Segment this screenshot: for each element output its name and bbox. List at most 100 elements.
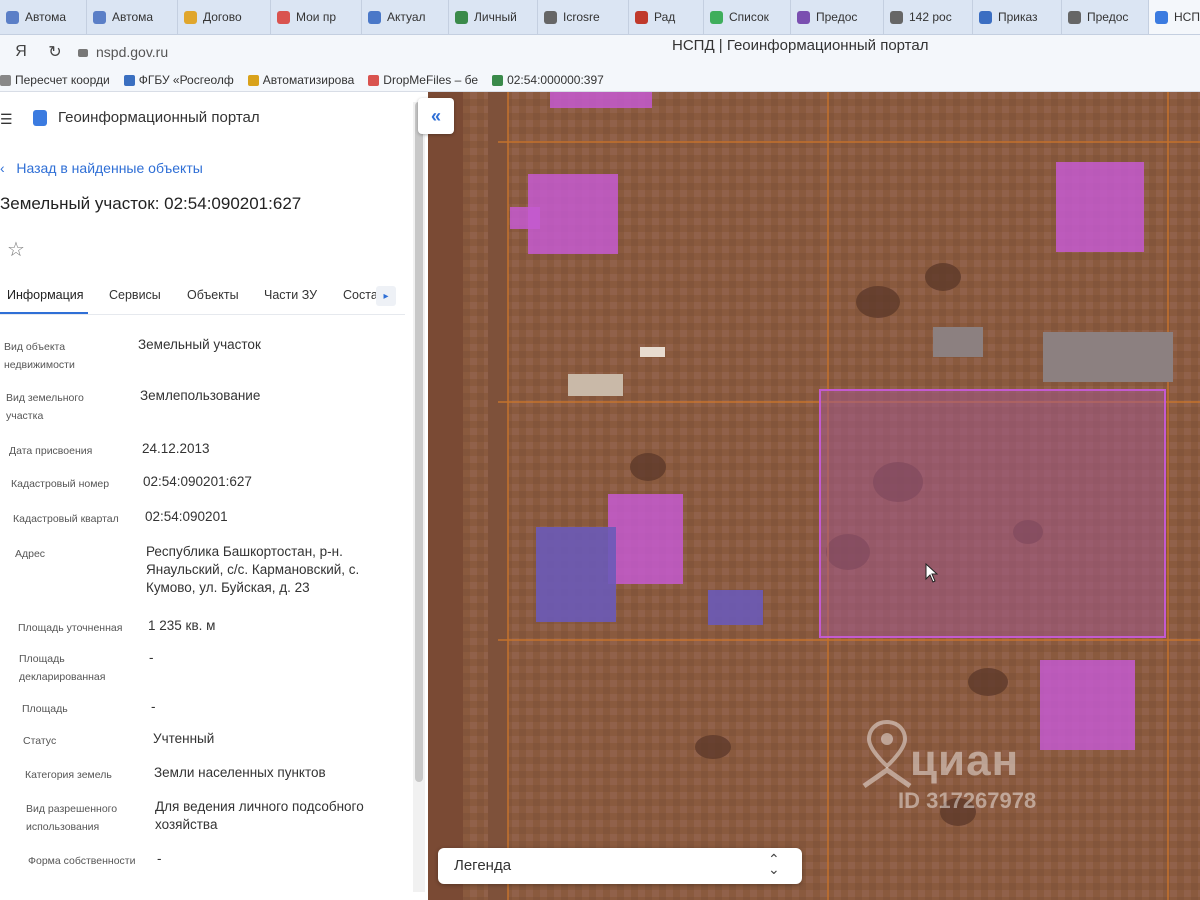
tab-favicon-icon	[797, 10, 810, 24]
browser-tab[interactable]: Актуал	[362, 0, 449, 34]
map-view[interactable]	[428, 92, 1200, 900]
property-label: Вид объекта недвижимости	[4, 341, 75, 371]
bookmark-item[interactable]: Пересчет коорди	[0, 73, 110, 87]
lock-icon	[78, 49, 88, 57]
page-title: НСПД | Геоинформационный портал	[672, 37, 929, 54]
selected-parcel[interactable]	[819, 389, 1166, 638]
tab-favicon-icon	[455, 10, 468, 24]
browser-tab[interactable]: Приказ	[973, 0, 1062, 34]
cian-logo-icon	[862, 720, 912, 789]
property-label: Форма собственности	[28, 855, 136, 867]
browser-tab[interactable]: Автома	[87, 0, 178, 34]
collapse-panel-button[interactable]: «	[418, 98, 454, 134]
yandex-icon[interactable]: Я	[8, 39, 34, 65]
satellite-map[interactable]	[428, 92, 1200, 900]
tab-label: Предос	[816, 10, 858, 24]
browser-tab[interactable]: НСПД✕	[1149, 0, 1200, 34]
bookmark-icon	[492, 74, 504, 86]
menu-icon[interactable]: ☰	[0, 111, 13, 128]
tab-label: Мои пр	[296, 10, 337, 24]
back-link[interactable]: ‹ Назад в найденные объекты	[0, 160, 203, 176]
back-link-label: Назад в найденные объекты	[16, 160, 203, 176]
tab-favicon-icon	[184, 10, 197, 24]
browser-tab[interactable]: Список	[704, 0, 791, 34]
browser-tab[interactable]: Личный	[449, 0, 538, 34]
bookmark-label: DropMeFiles – бе	[383, 73, 479, 87]
property-value: Земельный участок	[138, 337, 261, 352]
tab-4[interactable]: Части ЗУ	[264, 288, 317, 302]
tabs-scroll-right-icon[interactable]: ▸	[376, 286, 396, 306]
scrollbar[interactable]	[413, 102, 425, 892]
bookmark-item[interactable]: ФГБУ «Росгеолф	[123, 73, 234, 87]
tab-label: Актуал	[387, 10, 426, 24]
browser-tab[interactable]: 142 рос	[884, 0, 973, 34]
active-tab-indicator	[0, 312, 88, 314]
property-value: -	[149, 650, 154, 665]
property-label: Площадь уточненная	[18, 622, 123, 634]
property-label: Дата присвоения	[9, 445, 93, 457]
property-value: Для ведения личного подсобного хозяйства	[155, 799, 364, 832]
tab-2[interactable]: Сервисы	[109, 288, 161, 302]
road-strip	[488, 92, 508, 900]
bookmarks-bar: Пересчет коорди ФГБУ «Росгеолф Автоматизир…	[0, 69, 1200, 92]
bookmark-label: ФГБУ «Росгеолф	[138, 73, 234, 87]
tab-favicon-icon	[979, 10, 992, 24]
chevron-left-icon: ‹	[0, 160, 17, 176]
tab-label: Личный	[474, 10, 517, 24]
property-value: -	[151, 699, 156, 714]
bookmark-item[interactable]: Автоматизирова	[247, 73, 354, 87]
browser-tab[interactable]: Догово	[178, 0, 271, 34]
tab-favicon-icon	[710, 10, 723, 24]
tab-label: Автома	[25, 10, 67, 24]
listing-id: ID 317267978	[898, 788, 1037, 813]
browser-tab[interactable]: Рад	[629, 0, 704, 34]
tab-3[interactable]: Объекты	[187, 288, 239, 302]
tab-favicon-icon	[890, 10, 903, 24]
property-value: Учтенный	[153, 731, 215, 746]
browser-tab[interactable]: Предос	[791, 0, 884, 34]
bookmark-icon	[123, 74, 135, 86]
browser-tab[interactable]: Мои пр	[271, 0, 362, 34]
property-label: Вид разрешенного использования	[26, 803, 118, 833]
bookmark-label: 02:54:000000:397	[507, 73, 604, 87]
app-header: ☰ Геоинформационный портал	[0, 92, 428, 142]
tab-label: Предос	[1087, 10, 1129, 24]
browser-tab[interactable]: Автома	[0, 0, 87, 34]
tab-label: Приказ	[998, 10, 1038, 24]
tab-label: Список	[729, 10, 769, 24]
browser-tab[interactable]: Предос	[1062, 0, 1149, 34]
scrollbar-thumb[interactable]	[415, 102, 423, 782]
property-label: Адрес	[15, 548, 46, 560]
url-field[interactable]: nspd.gov.ru	[96, 44, 168, 60]
bookmark-item[interactable]: DropMeFiles – бе	[368, 73, 478, 87]
property-label: Площадь декларированная	[19, 653, 106, 683]
portal-logo-icon	[33, 110, 47, 126]
chevron-updown-icon: ⌃ ⌄	[768, 851, 780, 877]
property-label: Категория земель	[25, 769, 112, 781]
property-value: 24.12.2013	[142, 441, 210, 456]
property-value: 1 235 кв. м	[148, 618, 216, 633]
tab-favicon-icon	[1068, 10, 1081, 24]
object-title: Земельный участок: 02:54:090201:627	[0, 194, 302, 213]
bookmark-icon	[0, 74, 11, 86]
reload-icon[interactable]: ↻	[42, 39, 68, 65]
bookmark-icon	[368, 74, 380, 86]
cian-logo-text: циан	[910, 736, 1020, 785]
tab-favicon-icon	[544, 10, 557, 24]
tab-5[interactable]: Соста	[343, 288, 378, 302]
property-value: -	[157, 851, 162, 866]
road-strip	[428, 92, 463, 900]
tab-favicon-icon	[368, 10, 381, 24]
property-value: Земли населенных пунктов	[154, 765, 326, 780]
property-label: Площадь	[22, 703, 68, 715]
bookmark-item[interactable]: 02:54:000000:397	[492, 73, 604, 87]
star-icon[interactable]: ☆	[7, 237, 25, 262]
app-title: Геоинформационный портал	[58, 109, 260, 126]
legend-dropdown[interactable]: Легенда ⌃ ⌄	[438, 848, 802, 884]
property-label: Кадастровый номер	[11, 478, 110, 490]
browser-tab-bar: Автома Автома Догово Мои пр Актуал Личный Icro…	[0, 0, 1200, 35]
info-sidebar: ☰ Геоинформационный портал ‹ Назад в най…	[0, 92, 428, 900]
tab-1[interactable]: Информация	[7, 288, 84, 302]
browser-tab[interactable]: Icrosre	[538, 0, 629, 34]
property-value: Республика Башкортостан, р-н. Янаульский…	[146, 544, 360, 595]
